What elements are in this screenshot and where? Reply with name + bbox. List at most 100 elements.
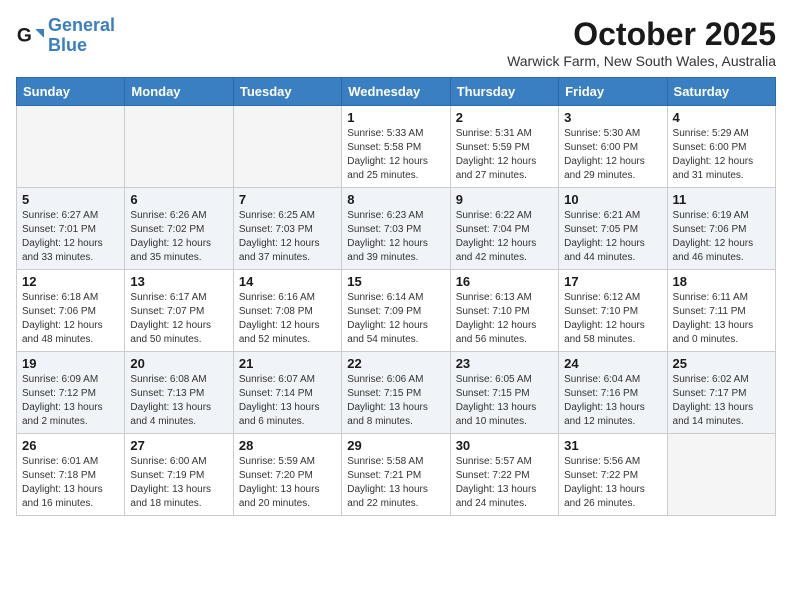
day-info: Sunrise: 6:27 AM Sunset: 7:01 PM Dayligh… [22, 209, 119, 265]
calendar-cell: 17 Sunrise: 6:12 AM Sunset: 7:10 PM Dayli… [559, 270, 667, 352]
calendar-cell [125, 106, 233, 188]
logo: G GeneralBlue [16, 16, 115, 56]
weekday-tuesday: Tuesday [233, 78, 341, 106]
calendar-cell: 21Sunrise: 6:07 AM Sunset: 7:14 PM Dayli… [233, 352, 341, 434]
calendar-cell: 25Sunrise: 6:02 AM Sunset: 7:17 PM Dayli… [667, 352, 775, 434]
day-info: Sunrise: 6:13 AM Sunset: 7:10 PM Dayligh… [456, 291, 553, 347]
day-number: 18 [673, 274, 770, 289]
day-info: Sunrise: 6:12 AM Sunset: 7:10 PM Dayligh… [564, 291, 661, 347]
day-info: Sunrise: 5:29 AM Sunset: 6:00 PM Dayligh… [673, 127, 770, 183]
day-info: Sunrise: 6:16 AM Sunset: 7:08 PM Dayligh… [239, 291, 336, 347]
day-number: 17 [564, 274, 661, 289]
day-info: Sunrise: 6:19 AM Sunset: 7:06 PM Dayligh… [673, 209, 770, 265]
svg-text:G: G [17, 25, 32, 46]
calendar-cell: 30 Sunrise: 5:57 AM Sunset: 7:22 PM Dayli… [450, 434, 558, 516]
day-number: 23 [456, 356, 553, 371]
day-info: Sunrise: 6:04 AM Sunset: 7:16 PM Dayligh… [564, 373, 661, 429]
day-number: 20 [130, 356, 227, 371]
day-info: Sunrise: 5:59 AM Sunset: 7:20 PM Dayligh… [239, 455, 336, 511]
calendar-cell: 15Sunrise: 6:14 AM Sunset: 7:09 PM Dayli… [342, 270, 450, 352]
day-info: Sunrise: 5:30 AM Sunset: 6:00 PM Dayligh… [564, 127, 661, 183]
calendar-cell: 20 Sunrise: 6:08 AM Sunset: 7:13 PM Dayli… [125, 352, 233, 434]
calendar-cell: 12 Sunrise: 6:18 AM Sunset: 7:06 PM Dayli… [17, 270, 125, 352]
calendar-cell: 13Sunrise: 6:17 AM Sunset: 7:07 PM Dayli… [125, 270, 233, 352]
day-info: Sunrise: 6:08 AM Sunset: 7:13 PM Dayligh… [130, 373, 227, 429]
weekday-monday: Monday [125, 78, 233, 106]
day-number: 27 [130, 438, 227, 453]
day-info: Sunrise: 6:00 AM Sunset: 7:19 PM Dayligh… [130, 455, 227, 511]
calendar-cell: 10 Sunrise: 6:21 AM Sunset: 7:05 PM Dayli… [559, 188, 667, 270]
day-number: 21 [239, 356, 336, 371]
calendar-cell: 22Sunrise: 6:06 AM Sunset: 7:15 PM Dayli… [342, 352, 450, 434]
day-info: Sunrise: 5:31 AM Sunset: 5:59 PM Dayligh… [456, 127, 553, 183]
weekday-sunday: Sunday [17, 78, 125, 106]
day-info: Sunrise: 6:26 AM Sunset: 7:02 PM Dayligh… [130, 209, 227, 265]
calendar-week-4: 19 Sunrise: 6:09 AM Sunset: 7:12 PM Dayli… [17, 352, 776, 434]
calendar-cell: 3 Sunrise: 5:30 AM Sunset: 6:00 PM Daylig… [559, 106, 667, 188]
calendar-cell: 26 Sunrise: 6:01 AM Sunset: 7:18 PM Dayli… [17, 434, 125, 516]
calendar-cell: 8 Sunrise: 6:23 AM Sunset: 7:03 PM Daylig… [342, 188, 450, 270]
calendar-cell [667, 434, 775, 516]
day-info: Sunrise: 6:14 AM Sunset: 7:09 PM Dayligh… [347, 291, 444, 347]
day-number: 13 [130, 274, 227, 289]
day-number: 3 [564, 110, 661, 125]
day-info: Sunrise: 6:21 AM Sunset: 7:05 PM Dayligh… [564, 209, 661, 265]
day-number: 30 [456, 438, 553, 453]
calendar-body: 1 Sunrise: 5:33 AM Sunset: 5:58 PM Daylig… [17, 106, 776, 516]
day-number: 12 [22, 274, 119, 289]
calendar-cell [17, 106, 125, 188]
day-info: Sunrise: 5:57 AM Sunset: 7:22 PM Dayligh… [456, 455, 553, 511]
calendar-cell: 31 Sunrise: 5:56 AM Sunset: 7:22 PM Dayli… [559, 434, 667, 516]
calendar-header: SundayMondayTuesdayWednesdayThursdayFrid… [17, 78, 776, 106]
calendar-week-5: 26 Sunrise: 6:01 AM Sunset: 7:18 PM Dayli… [17, 434, 776, 516]
day-number: 5 [22, 192, 119, 207]
calendar-table: SundayMondayTuesdayWednesdayThursdayFrid… [16, 77, 776, 516]
logo-text: GeneralBlue [48, 16, 115, 56]
calendar-cell: 29 Sunrise: 5:58 AM Sunset: 7:21 PM Dayli… [342, 434, 450, 516]
day-number: 10 [564, 192, 661, 207]
location-subtitle: Warwick Farm, New South Wales, Australia [507, 53, 776, 69]
calendar-cell: 24Sunrise: 6:04 AM Sunset: 7:16 PM Dayli… [559, 352, 667, 434]
day-number: 11 [673, 192, 770, 207]
day-info: Sunrise: 6:23 AM Sunset: 7:03 PM Dayligh… [347, 209, 444, 265]
day-info: Sunrise: 6:18 AM Sunset: 7:06 PM Dayligh… [22, 291, 119, 347]
calendar-cell: 14Sunrise: 6:16 AM Sunset: 7:08 PM Dayli… [233, 270, 341, 352]
day-info: Sunrise: 6:02 AM Sunset: 7:17 PM Dayligh… [673, 373, 770, 429]
month-title: October 2025 [507, 16, 776, 53]
calendar-cell: 2 Sunrise: 5:31 AM Sunset: 5:59 PM Daylig… [450, 106, 558, 188]
calendar-cell: 9Sunrise: 6:22 AM Sunset: 7:04 PM Daylig… [450, 188, 558, 270]
calendar-week-3: 12 Sunrise: 6:18 AM Sunset: 7:06 PM Dayli… [17, 270, 776, 352]
logo-icon: G [16, 22, 44, 50]
title-block: October 2025 Warwick Farm, New South Wal… [507, 16, 776, 69]
weekday-friday: Friday [559, 78, 667, 106]
calendar-week-1: 1 Sunrise: 5:33 AM Sunset: 5:58 PM Daylig… [17, 106, 776, 188]
day-number: 22 [347, 356, 444, 371]
calendar-cell: 18Sunrise: 6:11 AM Sunset: 7:11 PM Dayli… [667, 270, 775, 352]
day-number: 26 [22, 438, 119, 453]
day-info: Sunrise: 6:01 AM Sunset: 7:18 PM Dayligh… [22, 455, 119, 511]
day-number: 2 [456, 110, 553, 125]
day-number: 9 [456, 192, 553, 207]
calendar-cell: 5 Sunrise: 6:27 AM Sunset: 7:01 PM Daylig… [17, 188, 125, 270]
day-info: Sunrise: 6:09 AM Sunset: 7:12 PM Dayligh… [22, 373, 119, 429]
calendar-cell [233, 106, 341, 188]
day-number: 31 [564, 438, 661, 453]
day-number: 1 [347, 110, 444, 125]
day-number: 19 [22, 356, 119, 371]
weekday-header-row: SundayMondayTuesdayWednesdayThursdayFrid… [17, 78, 776, 106]
calendar-cell: 28 Sunrise: 5:59 AM Sunset: 7:20 PM Dayli… [233, 434, 341, 516]
day-number: 6 [130, 192, 227, 207]
calendar-cell: 27 Sunrise: 6:00 AM Sunset: 7:19 PM Dayli… [125, 434, 233, 516]
weekday-wednesday: Wednesday [342, 78, 450, 106]
day-number: 29 [347, 438, 444, 453]
day-info: Sunrise: 5:33 AM Sunset: 5:58 PM Dayligh… [347, 127, 444, 183]
day-number: 4 [673, 110, 770, 125]
day-info: Sunrise: 5:56 AM Sunset: 7:22 PM Dayligh… [564, 455, 661, 511]
weekday-saturday: Saturday [667, 78, 775, 106]
calendar-cell: 19 Sunrise: 6:09 AM Sunset: 7:12 PM Dayli… [17, 352, 125, 434]
day-number: 28 [239, 438, 336, 453]
calendar-week-2: 5 Sunrise: 6:27 AM Sunset: 7:01 PM Daylig… [17, 188, 776, 270]
day-number: 8 [347, 192, 444, 207]
calendar-cell: 4 Sunrise: 5:29 AM Sunset: 6:00 PM Daylig… [667, 106, 775, 188]
day-info: Sunrise: 5:58 AM Sunset: 7:21 PM Dayligh… [347, 455, 444, 511]
